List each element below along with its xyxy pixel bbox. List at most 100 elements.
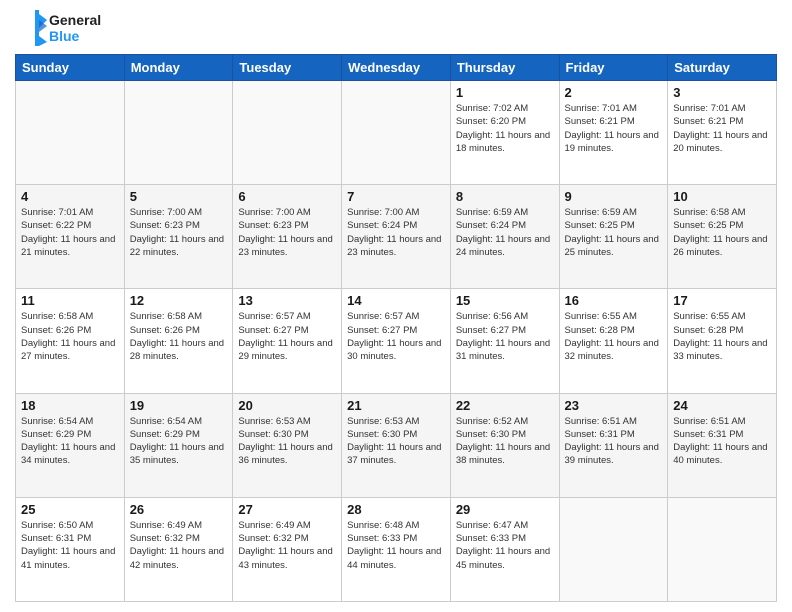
calendar-cell xyxy=(668,497,777,601)
day-number: 24 xyxy=(673,398,771,413)
calendar-cell: 22 Sunrise: 6:52 AM Sunset: 6:30 PM Dayli… xyxy=(450,393,559,497)
day-number: 22 xyxy=(456,398,554,413)
calendar-cell: 19 Sunrise: 6:54 AM Sunset: 6:29 PM Dayli… xyxy=(124,393,233,497)
calendar-cell: 28 Sunrise: 6:48 AM Sunset: 6:33 PM Dayli… xyxy=(342,497,451,601)
calendar-cell: 6 Sunrise: 7:00 AM Sunset: 6:23 PM Daylig… xyxy=(233,185,342,289)
weekday-header-monday: Monday xyxy=(124,55,233,81)
day-number: 3 xyxy=(673,85,771,100)
day-number: 6 xyxy=(238,189,336,204)
day-number: 19 xyxy=(130,398,228,413)
calendar-cell: 5 Sunrise: 7:00 AM Sunset: 6:23 PM Daylig… xyxy=(124,185,233,289)
day-info: Sunrise: 6:58 AM Sunset: 6:26 PM Dayligh… xyxy=(21,310,119,363)
calendar-cell: 21 Sunrise: 6:53 AM Sunset: 6:30 PM Dayli… xyxy=(342,393,451,497)
calendar-cell: 16 Sunrise: 6:55 AM Sunset: 6:28 PM Dayli… xyxy=(559,289,668,393)
day-info: Sunrise: 6:55 AM Sunset: 6:28 PM Dayligh… xyxy=(673,310,771,363)
calendar-cell: 27 Sunrise: 6:49 AM Sunset: 6:32 PM Dayli… xyxy=(233,497,342,601)
day-number: 8 xyxy=(456,189,554,204)
week-row-5: 25Sunrise: 6:50 AM Sunset: 6:31 PM Dayli… xyxy=(16,497,777,601)
calendar-cell: 1 Sunrise: 7:02 AM Sunset: 6:20 PM Daylig… xyxy=(450,81,559,185)
day-info: Sunrise: 7:01 AM Sunset: 6:21 PM Dayligh… xyxy=(673,102,771,155)
calendar-table: SundayMondayTuesdayWednesdayThursdayFrid… xyxy=(15,54,777,602)
calendar-cell xyxy=(559,497,668,601)
day-info: Sunrise: 6:51 AM Sunset: 6:31 PM Dayligh… xyxy=(565,415,663,468)
day-info: Sunrise: 6:47 AM Sunset: 6:33 PM Dayligh… xyxy=(456,519,554,572)
day-number: 27 xyxy=(238,502,336,517)
day-number: 5 xyxy=(130,189,228,204)
calendar-cell: 7 Sunrise: 7:00 AM Sunset: 6:24 PM Daylig… xyxy=(342,185,451,289)
calendar-cell: 14 Sunrise: 6:57 AM Sunset: 6:27 PM Dayli… xyxy=(342,289,451,393)
week-row-2: 4Sunrise: 7:01 AM Sunset: 6:22 PM Daylig… xyxy=(16,185,777,289)
page: General Blue SundayMondayTuesdayWednesda… xyxy=(0,0,792,612)
week-row-1: 1 Sunrise: 7:02 AM Sunset: 6:20 PM Daylig… xyxy=(16,81,777,185)
weekday-header-thursday: Thursday xyxy=(450,55,559,81)
day-info: Sunrise: 6:51 AM Sunset: 6:31 PM Dayligh… xyxy=(673,415,771,468)
day-info: Sunrise: 6:59 AM Sunset: 6:25 PM Dayligh… xyxy=(565,206,663,259)
day-info: Sunrise: 6:55 AM Sunset: 6:28 PM Dayligh… xyxy=(565,310,663,363)
calendar-cell: 18Sunrise: 6:54 AM Sunset: 6:29 PM Dayli… xyxy=(16,393,125,497)
calendar-cell: 20 Sunrise: 6:53 AM Sunset: 6:30 PM Dayli… xyxy=(233,393,342,497)
weekday-header-friday: Friday xyxy=(559,55,668,81)
day-number: 15 xyxy=(456,293,554,308)
weekday-header-wednesday: Wednesday xyxy=(342,55,451,81)
day-number: 14 xyxy=(347,293,445,308)
calendar-cell: 4Sunrise: 7:01 AM Sunset: 6:22 PM Daylig… xyxy=(16,185,125,289)
calendar-cell: 3 Sunrise: 7:01 AM Sunset: 6:21 PM Daylig… xyxy=(668,81,777,185)
logo-icon xyxy=(15,10,47,46)
day-info: Sunrise: 6:49 AM Sunset: 6:32 PM Dayligh… xyxy=(238,519,336,572)
day-info: Sunrise: 7:01 AM Sunset: 6:21 PM Dayligh… xyxy=(565,102,663,155)
weekday-header-tuesday: Tuesday xyxy=(233,55,342,81)
calendar-cell: 29 Sunrise: 6:47 AM Sunset: 6:33 PM Dayli… xyxy=(450,497,559,601)
day-number: 23 xyxy=(565,398,663,413)
day-info: Sunrise: 6:59 AM Sunset: 6:24 PM Dayligh… xyxy=(456,206,554,259)
calendar-cell: 15 Sunrise: 6:56 AM Sunset: 6:27 PM Dayli… xyxy=(450,289,559,393)
day-number: 13 xyxy=(238,293,336,308)
day-info: Sunrise: 7:02 AM Sunset: 6:20 PM Dayligh… xyxy=(456,102,554,155)
day-number: 21 xyxy=(347,398,445,413)
calendar-cell: 12 Sunrise: 6:58 AM Sunset: 6:26 PM Dayli… xyxy=(124,289,233,393)
weekday-header-sunday: Sunday xyxy=(16,55,125,81)
day-info: Sunrise: 7:00 AM Sunset: 6:23 PM Dayligh… xyxy=(238,206,336,259)
day-info: Sunrise: 6:53 AM Sunset: 6:30 PM Dayligh… xyxy=(347,415,445,468)
day-number: 18 xyxy=(21,398,119,413)
day-number: 12 xyxy=(130,293,228,308)
calendar-cell: 8 Sunrise: 6:59 AM Sunset: 6:24 PM Daylig… xyxy=(450,185,559,289)
day-number: 25 xyxy=(21,502,119,517)
day-number: 10 xyxy=(673,189,771,204)
logo: General Blue xyxy=(15,10,101,46)
calendar-cell: 23 Sunrise: 6:51 AM Sunset: 6:31 PM Dayli… xyxy=(559,393,668,497)
calendar-cell xyxy=(124,81,233,185)
week-row-3: 11Sunrise: 6:58 AM Sunset: 6:26 PM Dayli… xyxy=(16,289,777,393)
logo-container: General Blue xyxy=(15,10,101,46)
day-info: Sunrise: 7:00 AM Sunset: 6:24 PM Dayligh… xyxy=(347,206,445,259)
day-info: Sunrise: 6:49 AM Sunset: 6:32 PM Dayligh… xyxy=(130,519,228,572)
day-number: 29 xyxy=(456,502,554,517)
weekday-header-saturday: Saturday xyxy=(668,55,777,81)
day-info: Sunrise: 6:52 AM Sunset: 6:30 PM Dayligh… xyxy=(456,415,554,468)
day-info: Sunrise: 6:56 AM Sunset: 6:27 PM Dayligh… xyxy=(456,310,554,363)
day-info: Sunrise: 6:58 AM Sunset: 6:25 PM Dayligh… xyxy=(673,206,771,259)
day-number: 4 xyxy=(21,189,119,204)
day-number: 28 xyxy=(347,502,445,517)
day-number: 1 xyxy=(456,85,554,100)
logo-text: General Blue xyxy=(49,12,101,44)
day-info: Sunrise: 6:53 AM Sunset: 6:30 PM Dayligh… xyxy=(238,415,336,468)
calendar-cell: 25Sunrise: 6:50 AM Sunset: 6:31 PM Dayli… xyxy=(16,497,125,601)
day-number: 7 xyxy=(347,189,445,204)
day-info: Sunrise: 6:54 AM Sunset: 6:29 PM Dayligh… xyxy=(130,415,228,468)
day-info: Sunrise: 6:57 AM Sunset: 6:27 PM Dayligh… xyxy=(347,310,445,363)
logo-blue: Blue xyxy=(49,28,101,44)
calendar-cell: 9Sunrise: 6:59 AM Sunset: 6:25 PM Daylig… xyxy=(559,185,668,289)
day-info: Sunrise: 7:00 AM Sunset: 6:23 PM Dayligh… xyxy=(130,206,228,259)
calendar-cell: 11Sunrise: 6:58 AM Sunset: 6:26 PM Dayli… xyxy=(16,289,125,393)
calendar-cell xyxy=(233,81,342,185)
day-info: Sunrise: 6:57 AM Sunset: 6:27 PM Dayligh… xyxy=(238,310,336,363)
logo-general: General xyxy=(49,12,101,28)
day-info: Sunrise: 6:58 AM Sunset: 6:26 PM Dayligh… xyxy=(130,310,228,363)
header: General Blue xyxy=(15,10,777,46)
day-number: 26 xyxy=(130,502,228,517)
day-number: 16 xyxy=(565,293,663,308)
day-number: 20 xyxy=(238,398,336,413)
calendar-cell: 2Sunrise: 7:01 AM Sunset: 6:21 PM Daylig… xyxy=(559,81,668,185)
weekday-header-row: SundayMondayTuesdayWednesdayThursdayFrid… xyxy=(16,55,777,81)
day-info: Sunrise: 6:48 AM Sunset: 6:33 PM Dayligh… xyxy=(347,519,445,572)
